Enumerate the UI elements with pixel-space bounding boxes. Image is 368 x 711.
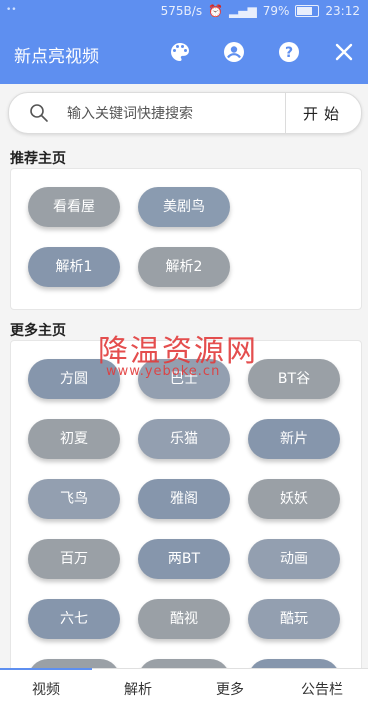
battery-percent: 79%	[262, 4, 290, 18]
home-site-button[interactable]: 解析1	[28, 247, 120, 287]
signal-icon: ▂▄▆	[229, 4, 257, 18]
home-site-button[interactable]: 雅阁	[138, 479, 230, 519]
close-icon[interactable]	[332, 40, 356, 64]
home-site-button[interactable]: 乐猫	[138, 419, 230, 459]
home-site-button[interactable]: 初夏	[28, 419, 120, 459]
app-title: 新点亮视频	[14, 47, 99, 67]
bottom-nav: 视频 解析 更多 公告栏	[0, 668, 368, 711]
home-site-button[interactable]: 巴士	[138, 359, 230, 399]
account-icon[interactable]	[222, 40, 246, 64]
home-site-button[interactable]: 酷视	[138, 599, 230, 639]
app-bar: 新点亮视频 ?	[0, 22, 368, 84]
more-title: 更多主页	[10, 323, 66, 339]
home-site-button[interactable]: 新片	[248, 419, 340, 459]
home-site-button[interactable]: 飞鸟	[28, 479, 120, 519]
home-site-button[interactable]: 解析2	[138, 247, 230, 287]
home-site-button[interactable]: 两BT	[138, 539, 230, 579]
home-site-button[interactable]: 妖妖	[248, 479, 340, 519]
home-site-button[interactable]: 六七	[28, 599, 120, 639]
more-card: 方圆 巴士 BT谷初夏 乐猫 新片飞鸟 雅阁 妖妖百万 两BT 动画六七 酷视 酷玩	[10, 340, 362, 682]
help-icon[interactable]: ?	[277, 40, 301, 64]
status-bar: •• 575B/s ⏰ ▂▄▆ 79% 23:12	[0, 0, 368, 22]
network-speed: 575B/s	[160, 4, 203, 18]
alarm-icon: ⏰	[208, 4, 224, 18]
search-bar: 开始	[8, 92, 362, 134]
recommended-title: 推荐主页	[10, 151, 66, 167]
recommended-card: 看看屋 美剧鸟 解析1 解析2	[10, 168, 362, 310]
home-site-button[interactable]: 方圆	[28, 359, 120, 399]
search-input[interactable]	[65, 101, 289, 127]
home-site-button[interactable]: 看看屋	[28, 187, 120, 227]
home-site-button[interactable]: 美剧鸟	[138, 187, 230, 227]
tab-video[interactable]: 视频	[0, 669, 92, 711]
start-search-button[interactable]: 开始	[287, 93, 361, 133]
battery-icon	[295, 5, 320, 17]
status-right: 575B/s ⏰ ▂▄▆ 79% 23:12	[161, 4, 360, 18]
tab-announcements[interactable]: 公告栏	[276, 669, 368, 711]
clock: 23:12	[325, 4, 360, 18]
home-site-button[interactable]: BT谷	[248, 359, 340, 399]
search-icon	[30, 104, 48, 122]
home-site-button[interactable]: 百万	[28, 539, 120, 579]
palette-icon[interactable]	[168, 40, 192, 64]
home-site-button[interactable]: 动画	[248, 539, 340, 579]
svg-text:?: ?	[285, 45, 293, 61]
tab-more[interactable]: 更多	[184, 669, 276, 711]
tab-parse[interactable]: 解析	[92, 669, 184, 711]
notification-dots-icon: ••	[6, 5, 17, 15]
search-divider	[285, 93, 286, 133]
home-site-button[interactable]: 酷玩	[248, 599, 340, 639]
